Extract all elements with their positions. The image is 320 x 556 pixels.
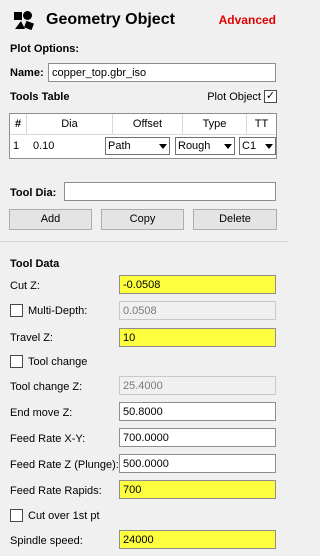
end-move-z-label: End move Z:	[10, 407, 73, 419]
multi-depth-checkbox[interactable]	[10, 304, 23, 317]
tool-change-label: Tool change	[28, 356, 88, 368]
travel-z-label: Travel Z:	[10, 332, 53, 344]
type-select-value: Rough	[178, 140, 211, 152]
tool-data-heading: Tool Data	[10, 258, 60, 270]
chevron-down-icon	[224, 144, 232, 149]
offset-select-value: Path	[108, 140, 131, 152]
page-title: Geometry Object	[46, 11, 175, 28]
feed-rate-rapids-label: Feed Rate Rapids:	[10, 485, 102, 497]
chevron-down-icon	[159, 144, 167, 149]
tool-change-checkbox[interactable]	[10, 355, 23, 368]
feed-rate-rapids-input[interactable]: 700	[119, 480, 276, 499]
tt-select-value: C1	[242, 140, 257, 152]
column-header-offset[interactable]: Offset	[113, 114, 183, 135]
tools-table: # Dia Offset Type TT 1 0.10 Path Rough C…	[9, 113, 277, 159]
name-label: Name:	[10, 67, 44, 79]
feed-rate-z-label: Feed Rate Z (Plunge):	[10, 459, 119, 471]
cut-z-input[interactable]: -0.0508	[119, 275, 276, 294]
plot-options-heading: Plot Options:	[10, 43, 80, 55]
cut-over-label: Cut over 1st pt	[28, 510, 100, 522]
column-header-tt[interactable]: TT	[247, 114, 276, 135]
plot-object-label: Plot Object	[207, 91, 261, 103]
tools-table-heading: Tools Table	[10, 91, 70, 103]
column-header-dia[interactable]: Dia	[27, 114, 113, 135]
chevron-down-icon	[265, 144, 273, 149]
end-move-z-input[interactable]: 50.8000	[119, 402, 276, 421]
name-input[interactable]: copper_top.gbr_iso	[48, 63, 276, 82]
tool-dia-input[interactable]	[64, 182, 276, 201]
delete-button[interactable]: Delete	[193, 209, 277, 230]
dia-cell[interactable]: 0.10	[33, 136, 54, 157]
tt-select[interactable]: C1	[239, 137, 276, 155]
copy-button[interactable]: Copy	[101, 209, 184, 230]
feed-rate-xy-label: Feed Rate X-Y:	[10, 433, 86, 445]
column-header-number[interactable]: #	[10, 114, 27, 135]
tool-change-z-input[interactable]: 25.4000	[119, 376, 276, 395]
plot-object-checkbox[interactable]: ✓	[264, 90, 277, 103]
offset-select[interactable]: Path	[105, 137, 170, 155]
cut-over-checkbox[interactable]	[10, 509, 23, 522]
spindle-speed-input[interactable]: 24000	[119, 530, 276, 549]
multi-depth-input[interactable]: 0.0508	[119, 301, 276, 320]
tool-change-z-label: Tool change Z:	[10, 381, 83, 393]
spindle-speed-label: Spindle speed:	[10, 535, 83, 547]
row-number: 1	[13, 140, 20, 152]
travel-z-input[interactable]: 10	[119, 328, 276, 347]
type-select[interactable]: Rough	[175, 137, 235, 155]
column-header-type[interactable]: Type	[183, 114, 247, 135]
feed-rate-xy-input[interactable]: 700.0000	[119, 428, 276, 447]
multi-depth-label: Multi-Depth:	[28, 305, 88, 317]
cut-z-label: Cut Z:	[10, 280, 40, 292]
feed-rate-z-input[interactable]: 500.0000	[119, 454, 276, 473]
tool-dia-label: Tool Dia:	[10, 187, 57, 199]
add-button[interactable]: Add	[9, 209, 92, 230]
advanced-toggle[interactable]: Advanced	[219, 13, 276, 27]
geometry-object-icon	[12, 9, 34, 31]
divider	[0, 241, 289, 242]
